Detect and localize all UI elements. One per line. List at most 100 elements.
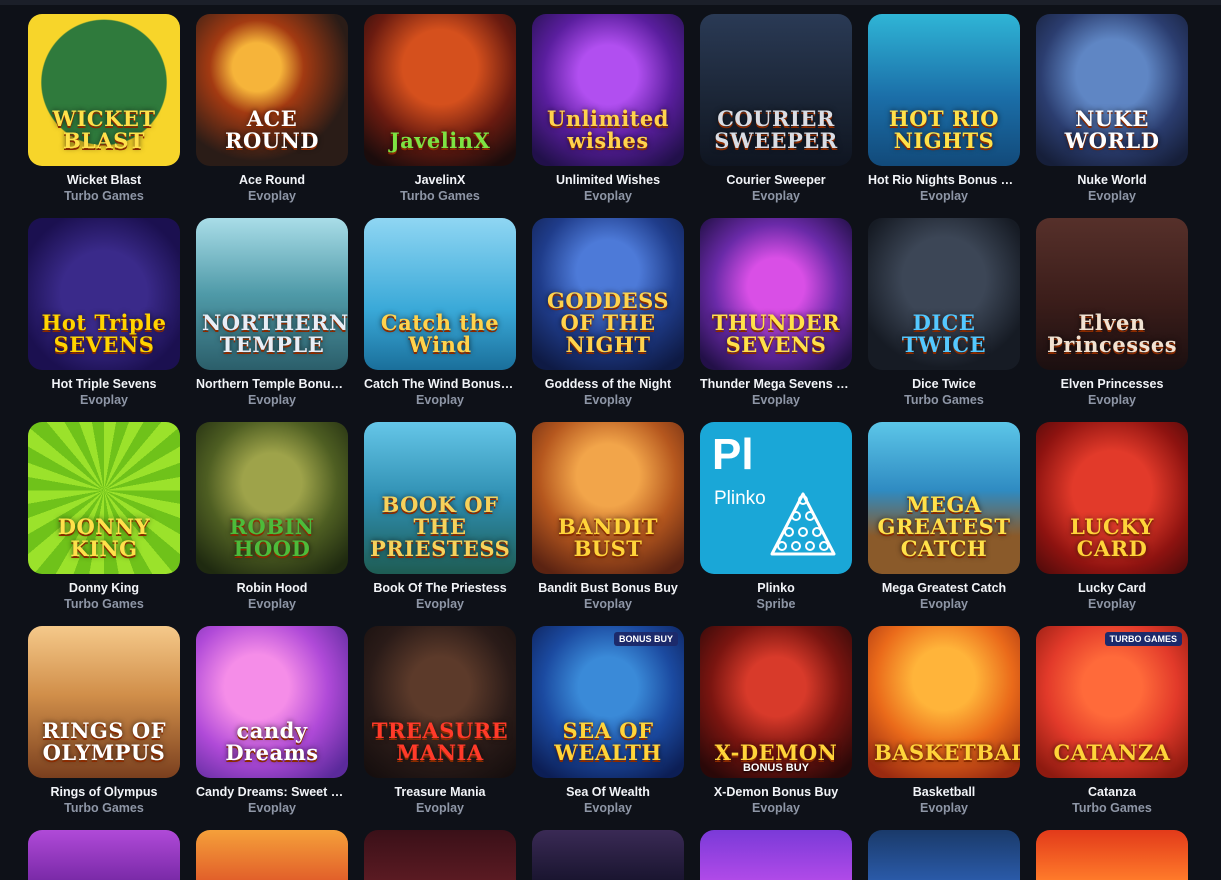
game-thumbnail[interactable]: DICE TWICE [868, 218, 1020, 370]
game-title[interactable]: Thunder Mega Sevens Bonus Buy [700, 376, 852, 392]
game-thumbnail[interactable] [868, 830, 1020, 880]
game-card-basketball[interactable]: BASKETBALL BasketballEvoplay [868, 626, 1020, 830]
game-card-candy-dreams-sweet-planet[interactable]: candy Dreams Candy Dreams: Sweet PlanetEv… [196, 626, 348, 830]
game-card-x-demon-bonus-buy[interactable]: X-DEMON BONUS BUY X-Demon Bonus Buy Evoplay [700, 626, 852, 830]
game-thumbnail[interactable]: BASKETBALL [868, 626, 1020, 778]
game-thumbnail[interactable] [364, 830, 516, 880]
game-title[interactable]: Northern Temple Bonus Buy [196, 376, 348, 392]
game-thumbnail[interactable]: SEA OF WEALTH BONUS BUY [532, 626, 684, 778]
game-card-goddess-of-the-night[interactable]: GODDESS OF THE NIGHT Goddess of the Night… [532, 218, 684, 422]
game-title[interactable]: Candy Dreams: Sweet Planet [196, 784, 348, 800]
game-provider: Turbo Games [400, 189, 480, 203]
game-card-partial[interactable] [1036, 830, 1188, 880]
game-thumbnail[interactable]: Elven Princesses [1036, 218, 1188, 370]
game-thumbnail[interactable]: MEGA GREATEST CATCH [868, 422, 1020, 574]
game-card-partial[interactable] [700, 830, 852, 880]
game-card-partial[interactable] [364, 830, 516, 880]
game-title[interactable]: Book Of The Priestess [364, 580, 516, 596]
game-thumbnail[interactable]: BANDIT BUST [532, 422, 684, 574]
game-thumbnail[interactable]: LUCKY CARD [1036, 422, 1188, 574]
game-card-rings-of-olympus[interactable]: RINGS OF OLYMPUS Rings of Olympus Turbo Ga… [28, 626, 180, 830]
game-title[interactable]: Plinko [700, 580, 852, 596]
game-title[interactable]: X-Demon Bonus Buy [700, 784, 852, 800]
game-thumbnail[interactable]: NUKE WORLD [1036, 14, 1188, 166]
game-thumbnail[interactable]: Pl Plinko [700, 422, 852, 574]
game-thumbnail[interactable]: Unlimited wishes [532, 14, 684, 166]
game-thumbnail[interactable]: CATANZA TURBO GAMES [1036, 626, 1188, 778]
game-thumbnail[interactable] [28, 830, 180, 880]
game-thumbnail[interactable]: TREASURE MANIA [364, 626, 516, 778]
game-thumbnail[interactable] [196, 830, 348, 880]
game-card-ace-round[interactable]: ACE ROUND Ace Round Evoplay [196, 14, 348, 218]
game-logo-text: BOOK OF THE PRIESTESS [370, 492, 511, 561]
game-card-javelinx[interactable]: JavelinX JavelinX Turbo Games [364, 14, 516, 218]
game-card-mega-greatest-catch[interactable]: MEGA GREATEST CATCH Mega Greatest Catch Ev… [868, 422, 1020, 626]
game-title[interactable]: Catch The Wind Bonus Buy [364, 376, 516, 392]
game-card-donny-king[interactable]: DONNY KING Donny King Turbo Games [28, 422, 180, 626]
game-thumbnail[interactable]: RINGS OF OLYMPUS [28, 626, 180, 778]
game-card-unlimited-wishes[interactable]: Unlimited wishes Unlimited Wishes Evoplay [532, 14, 684, 218]
game-thumbnail[interactable]: HOT RIO NIGHTS [868, 14, 1020, 166]
game-card-sea-of-wealth[interactable]: SEA OF WEALTH BONUS BUY Sea Of Wealth Evopl… [532, 626, 684, 830]
game-card-courier-sweeper[interactable]: COURIER SWEEPER Courier Sweeper Evoplay [700, 14, 852, 218]
game-card-partial[interactable] [28, 830, 180, 880]
game-thumbnail[interactable] [1036, 830, 1188, 880]
game-card-dice-twice[interactable]: DICE TWICE Dice Twice Turbo Games [868, 218, 1020, 422]
game-title[interactable]: Donny King [28, 580, 180, 596]
game-title[interactable]: Robin Hood [196, 580, 348, 596]
game-card-robin-hood[interactable]: ROBIN HOOD Robin Hood Evoplay [196, 422, 348, 626]
game-thumbnail[interactable] [532, 830, 684, 880]
game-card-plinko[interactable]: Pl Plinko Plinko Spribe [700, 422, 852, 626]
game-thumbnail[interactable]: WICKET BLAST [28, 14, 180, 166]
game-title[interactable]: Basketball [868, 784, 1020, 800]
game-thumbnail[interactable]: ACE ROUND [196, 14, 348, 166]
game-title[interactable]: Unlimited Wishes [532, 172, 684, 188]
game-title[interactable]: Bandit Bust Bonus Buy [532, 580, 684, 596]
game-card-treasure-mania[interactable]: TREASURE MANIA Treasure Mania Evoplay [364, 626, 516, 830]
game-thumbnail[interactable]: GODDESS OF THE NIGHT [532, 218, 684, 370]
game-card-catanza[interactable]: CATANZA TURBO GAMES Catanza Turbo Games [1036, 626, 1188, 830]
game-thumbnail[interactable]: Hot Triple SEVENS [28, 218, 180, 370]
game-title[interactable]: Hot Triple Sevens [28, 376, 180, 392]
game-thumbnail[interactable]: candy Dreams [196, 626, 348, 778]
game-card-lucky-card[interactable]: LUCKY CARD Lucky Card Evoplay [1036, 422, 1188, 626]
game-card-partial[interactable] [196, 830, 348, 880]
game-title[interactable]: Wicket Blast [28, 172, 180, 188]
game-title[interactable]: Catanza [1036, 784, 1188, 800]
game-card-hot-triple-sevens[interactable]: Hot Triple SEVENS Hot Triple Sevens Evopla… [28, 218, 180, 422]
game-title[interactable]: Goddess of the Night [532, 376, 684, 392]
game-thumbnail[interactable]: ROBIN HOOD [196, 422, 348, 574]
game-thumbnail[interactable]: JavelinX [364, 14, 516, 166]
game-title[interactable]: Dice Twice [868, 376, 1020, 392]
game-card-partial[interactable] [868, 830, 1020, 880]
game-card-wicket-blast[interactable]: WICKET BLAST Wicket Blast Turbo Games [28, 14, 180, 218]
game-title[interactable]: Courier Sweeper [700, 172, 852, 188]
game-card-book-of-the-priestess[interactable]: BOOK OF THE PRIESTESS Book Of The Prieste… [364, 422, 516, 626]
game-thumbnail[interactable]: THUNDER SEVENS [700, 218, 852, 370]
game-title[interactable]: Lucky Card [1036, 580, 1188, 596]
game-thumbnail[interactable]: Catch the Wind [364, 218, 516, 370]
game-title[interactable]: Elven Princesses [1036, 376, 1188, 392]
game-title[interactable]: Nuke World [1036, 172, 1188, 188]
game-thumbnail[interactable]: BOOK OF THE PRIESTESS [364, 422, 516, 574]
game-card-catch-the-wind-bonus-buy[interactable]: Catch the Wind Catch The Wind Bonus Buy Ev… [364, 218, 516, 422]
game-thumbnail[interactable]: X-DEMON BONUS BUY [700, 626, 852, 778]
game-title[interactable]: Rings of Olympus [28, 784, 180, 800]
game-thumbnail[interactable]: DONNY KING [28, 422, 180, 574]
game-title[interactable]: Mega Greatest Catch [868, 580, 1020, 596]
game-card-nuke-world[interactable]: NUKE WORLD Nuke World Evoplay [1036, 14, 1188, 218]
game-title[interactable]: Treasure Mania [364, 784, 516, 800]
game-card-partial[interactable] [532, 830, 684, 880]
game-card-northern-temple-bonus-buy[interactable]: NORTHERN TEMPLE Northern Temple Bonus Buy… [196, 218, 348, 422]
game-title[interactable]: Sea Of Wealth [532, 784, 684, 800]
game-title[interactable]: Hot Rio Nights Bonus Buy [868, 172, 1020, 188]
game-thumbnail[interactable]: COURIER SWEEPER [700, 14, 852, 166]
game-title[interactable]: Ace Round [196, 172, 348, 188]
game-thumbnail[interactable] [700, 830, 852, 880]
game-card-bandit-bust-bonus-buy[interactable]: BANDIT BUST Bandit Bust Bonus Buy Evoplay [532, 422, 684, 626]
game-card-elven-princesses[interactable]: Elven Princesses Elven Princesses Evoplay [1036, 218, 1188, 422]
game-card-thunder-mega-sevens-bonus-buy[interactable]: THUNDER SEVENS Thunder Mega Sevens Bonus … [700, 218, 852, 422]
game-title[interactable]: JavelinX [364, 172, 516, 188]
game-card-hot-rio-nights-bonus-buy[interactable]: HOT RIO NIGHTS Hot Rio Nights Bonus Buy Ev… [868, 14, 1020, 218]
game-thumbnail[interactable]: NORTHERN TEMPLE [196, 218, 348, 370]
